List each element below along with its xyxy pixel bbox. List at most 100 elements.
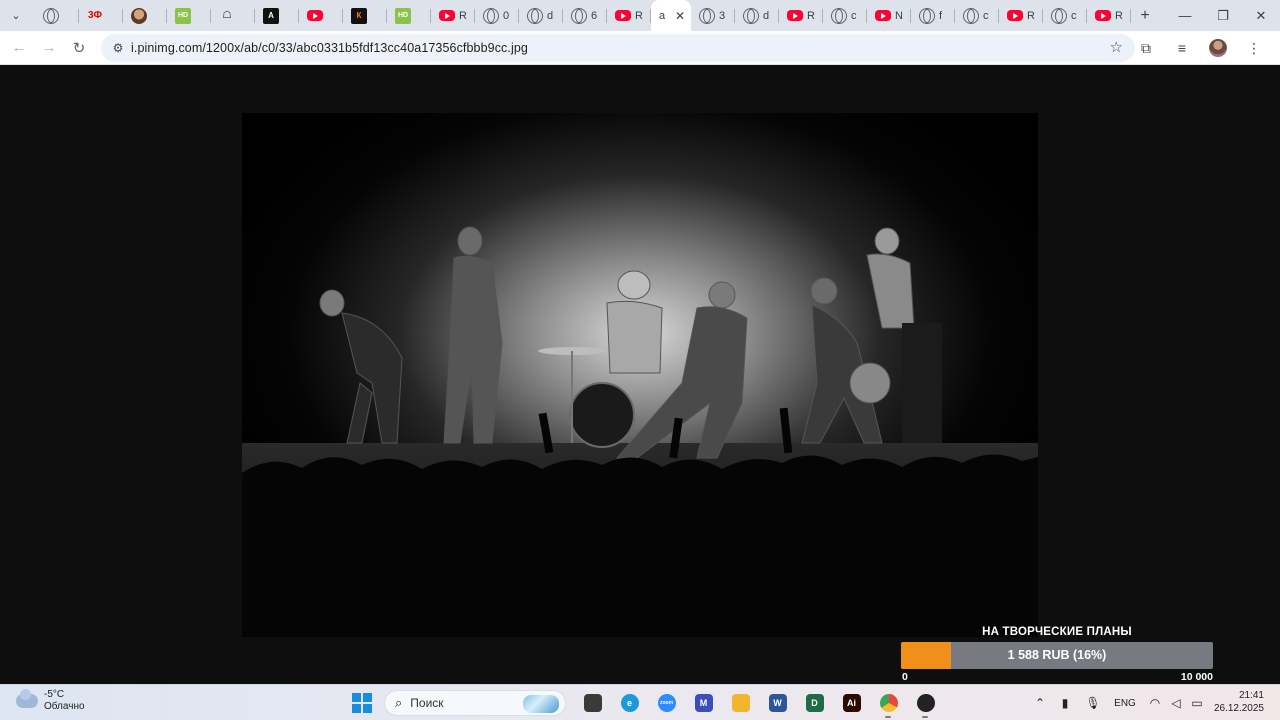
tab[interactable]: R (1087, 0, 1131, 31)
tab[interactable]: c (1043, 0, 1087, 31)
tab[interactable]: 3 (691, 0, 735, 31)
language-indicator[interactable]: ENG (1106, 687, 1144, 719)
extensions-button[interactable]: ⧉ (1128, 33, 1164, 63)
tab[interactable]: HD (387, 0, 431, 31)
folder-taskbar-button[interactable] (722, 687, 759, 719)
volume-button[interactable]: ◁ (1166, 687, 1186, 719)
tab[interactable]: f (911, 0, 955, 31)
back-button[interactable]: ← (4, 33, 34, 63)
monitor-app-taskbar-button[interactable]: M (685, 687, 722, 719)
tab-label: 3 (719, 9, 726, 22)
browser-toolbar: ← → ↻ ⚙ i.pinimg.com/1200x/ab/c0/33/abc0… (0, 31, 1280, 65)
battery-icon: ▭ (1191, 696, 1203, 710)
zoom-taskbar-button[interactable]: zoom (648, 687, 685, 719)
url-text[interactable]: i.pinimg.com/1200x/ab/c0/33/abc0331b5fdf… (131, 41, 528, 55)
tab[interactable]: c (955, 0, 999, 31)
obs-icon (916, 694, 935, 712)
tab[interactable]: c (823, 0, 867, 31)
tab[interactable]: d (735, 0, 779, 31)
illustrator-icon: Ai (842, 694, 861, 712)
davinci-taskbar-button[interactable]: D (796, 687, 833, 719)
tab[interactable]: N (867, 0, 911, 31)
kc-logo-icon: К (351, 7, 367, 24)
donation-title: НА ТВОРЧЕСКИЕ ПЛАНЫ (982, 626, 1132, 638)
tab[interactable]: ☖ (211, 0, 255, 31)
chrome-taskbar-button[interactable] (870, 687, 907, 719)
globe-icon (919, 7, 935, 24)
bookmark-star-icon[interactable]: ☆ (1110, 38, 1123, 56)
tab-search-button[interactable]: ⌄ (5, 5, 27, 27)
tab[interactable]: A (255, 0, 299, 31)
tab[interactable]: R (779, 0, 823, 31)
clock[interactable]: 21:41 26.12.2025 (1214, 689, 1264, 715)
tab[interactable]: 3Ф (79, 0, 123, 31)
windows-logo-icon (352, 693, 362, 703)
restore-button[interactable]: ❐ (1204, 0, 1242, 31)
tab[interactable]: d (519, 0, 563, 31)
clock-date: 26.12.2025 (1213, 703, 1264, 714)
close-tab-icon[interactable]: ✕ (675, 9, 685, 23)
battery-button[interactable]: ▭ (1186, 687, 1208, 719)
media-controls-button[interactable]: ≡ (1164, 33, 1200, 63)
reload-button[interactable]: ↻ (64, 33, 94, 63)
donation-progress-bar: 1 588 RUB (16%) (901, 642, 1213, 669)
tab[interactable] (123, 0, 167, 31)
edge-icon: e (620, 694, 639, 712)
tab[interactable] (299, 0, 343, 31)
media-queue-icon: ≡ (1177, 40, 1187, 56)
youtube-icon (787, 10, 803, 21)
donation-goal-widget: НА ТВОРЧЕСКИЕ ПЛАНЫ 1 588 RUB (16%) 0 10… (900, 626, 1214, 684)
tab[interactable]: 6 (563, 0, 607, 31)
concert-photo[interactable] (242, 113, 1038, 637)
3d-logo-icon: 3Ф (87, 10, 103, 21)
weather-desc: Облачно (44, 701, 85, 712)
wifi-button[interactable]: ◠ (1144, 687, 1166, 719)
start-button[interactable] (352, 693, 372, 713)
edge-taskbar-button[interactable]: e (611, 687, 648, 719)
tab[interactable]: HD (167, 0, 211, 31)
microphone-button[interactable]: 🎙 (1080, 687, 1106, 719)
search-placeholder: Поиск (410, 696, 444, 710)
youtube-icon (1095, 10, 1111, 21)
word-taskbar-button[interactable]: W (759, 687, 796, 719)
tab[interactable]: R (999, 0, 1043, 31)
tab-label: R (1027, 9, 1035, 22)
tab[interactable]: R (431, 0, 475, 31)
site-info-icon[interactable]: ⚙ (105, 41, 131, 55)
reload-icon: ↻ (72, 39, 86, 57)
word-icon: W (768, 694, 787, 712)
globe-icon (43, 7, 59, 24)
speaker-icon: ◁ (1171, 696, 1181, 710)
youtube-icon (439, 10, 455, 21)
weather-widget[interactable]: -5°C Облачно (16, 689, 85, 713)
tab-label: R (459, 9, 467, 22)
a-logo-icon: A (263, 7, 279, 24)
donation-max-label: 10 000 (1180, 671, 1213, 683)
tab[interactable]: 0 (475, 0, 519, 31)
globe-icon (483, 7, 499, 24)
tab-label: R (1115, 9, 1123, 22)
close-window-button[interactable]: ✕ (1242, 0, 1280, 31)
new-tab-button[interactable]: + (1131, 2, 1159, 30)
tab[interactable]: R (607, 0, 651, 31)
globe-icon (699, 7, 715, 24)
forward-button[interactable]: → (34, 33, 64, 63)
taskbar-search[interactable]: ⌕ Поиск (384, 690, 566, 716)
file-explorer-icon (583, 694, 602, 712)
obs-taskbar-button[interactable] (907, 687, 944, 719)
minimize-button[interactable]: — (1166, 0, 1204, 31)
menu-button[interactable]: ⋮ (1236, 33, 1272, 63)
illustrator-taskbar-button[interactable]: Ai (833, 687, 870, 719)
tab[interactable]: К (343, 0, 387, 31)
address-bar[interactable]: ⚙ i.pinimg.com/1200x/ab/c0/33/abc0331b5f… (101, 34, 1135, 62)
tab-label: a (659, 9, 666, 22)
tab[interactable] (35, 0, 79, 31)
youtube-icon (1007, 10, 1023, 21)
profile-button[interactable] (1200, 33, 1236, 63)
show-hidden-icons-button[interactable]: ⌃ (1030, 687, 1050, 719)
tab-active[interactable]: a ✕ (651, 0, 691, 31)
file-explorer-taskbar-button[interactable] (574, 687, 611, 719)
windows-taskbar: -5°C Облачно ⌕ Поиск e zoom M W D Ai ⌃ ▮ 🎙 EN… (0, 684, 1280, 720)
tray-app-icon[interactable]: ▮ (1050, 687, 1080, 719)
tab-label: c (1071, 9, 1077, 22)
